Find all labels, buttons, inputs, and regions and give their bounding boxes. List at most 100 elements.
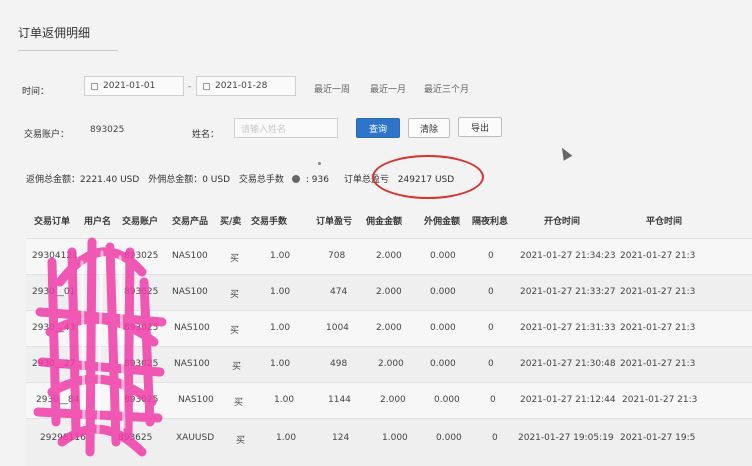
tooltip-dot bbox=[318, 162, 321, 165]
quick-range-three-months[interactable]: 最近三个月 bbox=[424, 82, 469, 95]
ext-total: 外佣总金额：0 USD bbox=[148, 175, 231, 185]
time-label: 时间： bbox=[22, 87, 50, 97]
cell-commission: 1.000 bbox=[382, 433, 408, 443]
cell-swap: 0 bbox=[490, 395, 496, 405]
table-header: 交易订单 用户名 交易账户 交易产品 买/卖 交易手数 订单盈亏 佣金金额 外佣… bbox=[26, 205, 752, 235]
cell-open-time: 2021-01-27 21:12:44 bbox=[520, 395, 616, 405]
search-button[interactable]: 查询 bbox=[356, 118, 400, 138]
cell-side: 买 bbox=[230, 254, 240, 264]
quick-range-week[interactable]: 最近一周 bbox=[314, 82, 350, 95]
cell-order: 2930__84 bbox=[36, 395, 80, 405]
table-row[interactable]: 2930__43 893025 NAS100 买 1.00 1004 2.000… bbox=[26, 310, 752, 346]
cell-product: NAS100 bbox=[172, 251, 208, 261]
cell-commission: 2.000 bbox=[376, 251, 402, 261]
cell-pnl: 498 bbox=[330, 359, 348, 369]
cell-order: 2930__01 bbox=[32, 287, 76, 297]
cell-side: 买 bbox=[232, 362, 242, 372]
cell-order: 29304121 bbox=[32, 251, 78, 261]
cell-close-time: 2021-01-27 21:3 bbox=[620, 323, 696, 333]
th-close-time: 平仓时间 bbox=[646, 217, 683, 227]
lots-label: 交易总手数 bbox=[238, 175, 284, 185]
cell-product: NAS100 bbox=[172, 287, 208, 297]
th-lots: 交易手数 bbox=[251, 217, 288, 227]
calendar-icon bbox=[91, 82, 98, 90]
cell-close-time: 2021-01-27 21:3 bbox=[620, 251, 696, 261]
cell-lots: 1.00 bbox=[276, 433, 297, 443]
cell-account: 893025 bbox=[124, 395, 159, 405]
rebate-total: 返佣总金额：2221.40 USD bbox=[26, 175, 140, 185]
cell-product: XAUUSD bbox=[176, 433, 215, 443]
cell-commission: 2.000 bbox=[376, 287, 402, 297]
cell-product: NAS100 bbox=[174, 359, 210, 369]
cell-pnl: 474 bbox=[330, 287, 348, 297]
cell-order: 2930__27 bbox=[32, 359, 76, 369]
th-swap: 隔夜利息 bbox=[472, 217, 509, 227]
cell-product: NAS100 bbox=[174, 323, 210, 333]
th-ext-commission: 外佣金额 bbox=[424, 217, 461, 227]
clear-button[interactable]: 清除 bbox=[408, 118, 450, 138]
cell-account: 893025 bbox=[124, 359, 159, 369]
account-value: 893025 bbox=[90, 125, 125, 135]
cell-close-time: 2021-01-27 21:3 bbox=[620, 359, 696, 369]
account-label: 交易账户： bbox=[24, 130, 70, 140]
cell-swap: 0 bbox=[488, 323, 494, 333]
cell-ext-commission: 0.000 bbox=[430, 323, 456, 333]
cell-close-time: 2021-01-27 21:3 bbox=[622, 395, 698, 405]
cell-open-time: 2021-01-27 21:34:23 bbox=[520, 251, 616, 261]
cell-swap: 0 bbox=[492, 433, 498, 443]
export-button[interactable]: 导出 bbox=[458, 117, 502, 137]
name-placeholder: 请输入姓名 bbox=[241, 124, 287, 135]
cell-open-time: 2021-01-27 21:31:33 bbox=[520, 323, 616, 333]
th-username: 用户名 bbox=[84, 217, 112, 227]
calendar-icon bbox=[203, 82, 210, 90]
cell-close-time: 2021-01-27 21:3 bbox=[620, 287, 696, 297]
cell-ext-commission: 0.000 bbox=[430, 251, 456, 261]
cell-side: 买 bbox=[230, 290, 240, 300]
cell-pnl: 1144 bbox=[328, 395, 351, 405]
mouse-cursor-icon bbox=[557, 145, 573, 161]
cell-account: 893025 bbox=[124, 251, 159, 261]
cell-lots: 1.00 bbox=[274, 395, 295, 405]
table-row[interactable]: 2930__27 893025 NAS100 买 1.00 498 2.000 … bbox=[26, 346, 752, 382]
name-input[interactable]: 请输入姓名 bbox=[234, 118, 338, 138]
cell-lots: 1.00 bbox=[270, 287, 291, 297]
cell-side: 买 bbox=[230, 326, 240, 336]
quick-range-month[interactable]: 最近一月 bbox=[370, 82, 406, 95]
lots-total: 交易总手数 : 936 bbox=[239, 175, 335, 185]
account-input[interactable]: 893025 bbox=[84, 120, 184, 140]
cell-commission: 2.000 bbox=[376, 323, 402, 333]
highlight-circle bbox=[372, 155, 484, 199]
page-title: 订单返佣明细 bbox=[18, 26, 91, 40]
th-order: 交易订单 bbox=[34, 217, 71, 227]
th-side: 买/卖 bbox=[220, 217, 242, 227]
cell-commission: 2.000 bbox=[380, 395, 406, 405]
cell-order: 29298116 bbox=[40, 433, 86, 443]
end-date-input[interactable]: 2021-01-28 bbox=[196, 76, 296, 96]
name-label: 姓名： bbox=[192, 130, 220, 140]
table-row[interactable]: 2930__84 893025 NAS100 买 1.00 1144 2.000… bbox=[26, 382, 752, 418]
cell-account: 893025 bbox=[124, 323, 159, 333]
th-account: 交易账户 bbox=[122, 217, 159, 227]
th-pnl: 订单盈亏 bbox=[316, 217, 353, 227]
title-divider bbox=[18, 50, 118, 51]
cell-open-time: 2021-01-27 19:05:19 bbox=[518, 433, 614, 443]
cell-close-time: 2021-01-27 19:5 bbox=[620, 433, 696, 443]
rebate-detail-page: 订单返佣明细 时间： 2021-01-01 - 2021-01-28 最近一周 … bbox=[0, 0, 752, 466]
table-row[interactable]: 29304121 893025 NAS100 买 1.00 708 2.000 … bbox=[26, 238, 752, 274]
cell-product: NAS100 bbox=[178, 395, 214, 405]
th-open-time: 开仓时间 bbox=[544, 217, 581, 227]
start-date-input[interactable]: 2021-01-01 bbox=[84, 76, 184, 96]
table-row[interactable]: 29298116 893625 XAUUSD 买 1.00 124 1.000 … bbox=[26, 418, 752, 466]
cell-commission: 2.000 bbox=[378, 359, 404, 369]
help-icon[interactable] bbox=[291, 175, 300, 183]
cell-ext-commission: 0.000 bbox=[434, 395, 460, 405]
th-product: 交易产品 bbox=[172, 217, 209, 227]
cell-pnl: 124 bbox=[332, 433, 350, 443]
end-date-value: 2021-01-28 bbox=[215, 81, 268, 91]
cell-ext-commission: 0.000 bbox=[436, 433, 462, 443]
table-row[interactable]: 2930__01 893025 NAS100 买 1.00 474 2.000 … bbox=[26, 274, 752, 310]
lots-value: : 936 bbox=[305, 175, 329, 185]
cell-ext-commission: 0.000 bbox=[430, 359, 456, 369]
cell-lots: 1.00 bbox=[270, 323, 291, 333]
cell-lots: 1.00 bbox=[270, 251, 291, 261]
